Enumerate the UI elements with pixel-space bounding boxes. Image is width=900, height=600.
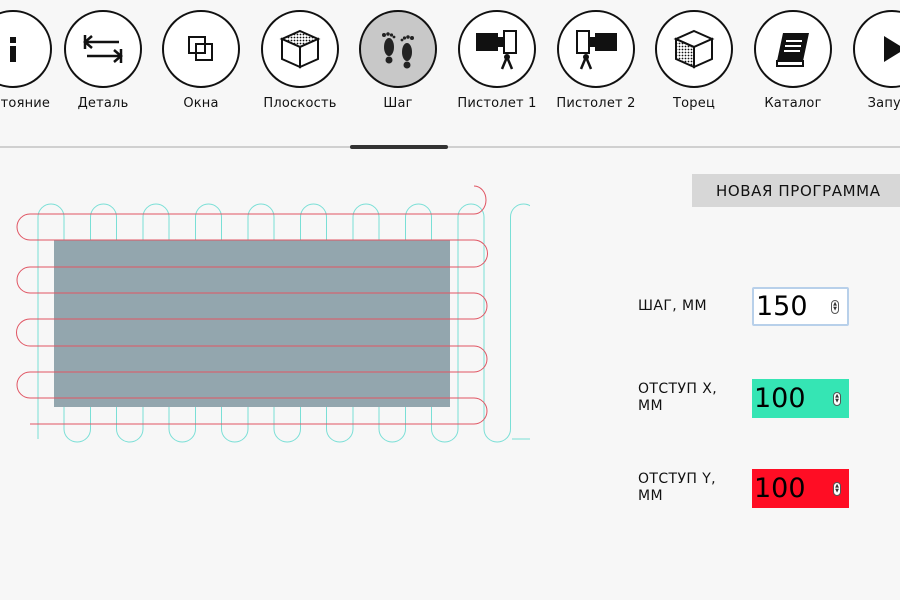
tool-windows[interactable]: Окна [151,10,251,111]
active-tab-indicator [350,145,448,149]
tool-catalog[interactable]: Каталог [743,10,843,111]
offset-y-spinner[interactable]: ▲ ▼ [833,481,841,496]
tool-gun-2[interactable]: Пистолет 2 [546,10,646,111]
tool-plane[interactable]: Плоскость [250,10,350,111]
edge-cube-icon [655,10,733,88]
offset-x-input[interactable] [754,383,826,414]
gun-1-icon [458,10,536,88]
app-window: Состояние Деталь Окна [0,0,900,600]
toolbar-divider [0,146,900,148]
tool-label: Запуск [867,96,900,111]
windows-icon [162,10,240,88]
tool-label: Пистолет 1 [457,96,537,111]
step-path-preview [16,185,530,443]
gun-2-icon [557,10,635,88]
step-field[interactable]: ▲▼ [752,287,849,326]
step-spinner[interactable]: ▲ ▼ [831,299,839,314]
offset-x-label: ОТСТУП X, ММ [638,381,718,414]
catalog-book-icon [754,10,832,88]
tool-label: Деталь [77,96,129,111]
mode-toolbar: Состояние Деталь Окна [0,0,900,148]
offset-x-spinner[interactable]: ▲ ▼ [833,391,841,406]
offset-x-field[interactable]: ▲▼ [752,379,849,418]
tool-label: Плоскость [263,96,337,111]
tool-label: Торец [673,96,715,111]
offset-y-input[interactable] [754,473,826,504]
tool-detail[interactable]: Деталь [53,10,153,111]
play-icon [853,10,900,88]
offset-y-label: ОТСТУП Y, ММ [638,471,717,504]
tool-label: Окна [183,96,219,111]
tool-run[interactable]: Запуск [842,10,900,111]
footprints-icon [359,10,437,88]
tool-label: Шаг [383,96,413,111]
new-program-button[interactable]: НОВАЯ ПРОГРАММА [692,174,900,207]
detail-arrows-icon [64,10,142,88]
info-icon [0,10,52,88]
step-input[interactable] [756,291,828,322]
part-rectangle [54,240,450,407]
tool-label: Каталог [764,96,822,111]
step-label: ШАГ, ММ [638,298,707,314]
tool-edge[interactable]: Торец [644,10,744,111]
tool-gun-1[interactable]: Пистолет 1 [447,10,547,111]
tool-label: Пистолет 2 [556,96,636,111]
offset-y-field[interactable]: ▲▼ [752,469,849,508]
plane-cube-icon [261,10,339,88]
tool-step[interactable]: Шаг [348,10,448,111]
